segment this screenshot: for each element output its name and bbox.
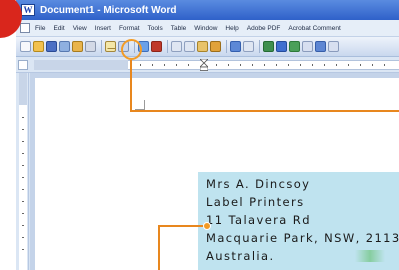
word-icon[interactable]: W [21,4,35,16]
menu-file[interactable]: File [35,25,45,32]
cut-icon[interactable] [171,41,182,52]
permission-icon[interactable] [59,41,70,52]
text-boundary-corner [135,100,145,110]
email-icon[interactable] [72,41,83,52]
vruler-tick [22,201,24,202]
ruler-tick [140,64,141,66]
envelopes-and-labels-icon[interactable] [105,41,116,52]
menu-acrobat-comment[interactable]: Acrobat Comment [288,25,340,32]
vruler-tick [22,153,24,154]
menu-adobe-pdf[interactable]: Adobe PDF [247,25,281,32]
print-icon[interactable] [85,41,96,52]
tab-selector-icon[interactable] [18,60,28,70]
ruler-tick [324,64,325,66]
vruler-tick [22,117,24,118]
ruler-tick [336,64,337,66]
menu-view[interactable]: View [73,25,87,32]
window-title: Document1 - Microsoft Word [40,4,177,16]
ruler-tick [372,64,373,66]
toolbar-separator [259,40,260,53]
vruler-tick [22,189,24,190]
ruler-tick [176,64,177,66]
vruler-tick [22,141,24,142]
research-icon[interactable] [151,41,162,52]
callout-dot [203,222,211,230]
vruler-tick [22,129,24,130]
insert-excel-icon[interactable] [302,41,313,52]
indent-marker-icon[interactable] [200,59,208,71]
toolbar-separator [226,40,227,53]
columns-icon[interactable] [315,41,326,52]
ruler-tick [240,64,241,66]
vruler-margin-top [19,73,27,105]
vruler-tick [22,177,24,178]
save-icon[interactable] [46,41,57,52]
decorative-smear [355,250,385,262]
ruler-margin-left [34,60,128,70]
address-line-street: 11 Talavera Rd [206,213,311,227]
menu-insert[interactable]: Insert [95,25,111,32]
menu-table[interactable]: Table [171,25,187,32]
ruler-tick [384,64,385,66]
vruler-tick [22,213,24,214]
vruler-tick [22,237,24,238]
copy-icon[interactable] [184,41,195,52]
address-line-company: Label Printers [206,195,305,209]
ruler-tick [264,64,265,66]
address-line-city: Macquarie Park, NSW, 2113 [206,231,399,245]
ruler-tick [252,64,253,66]
redo-icon[interactable] [243,41,254,52]
ruler-tick [276,64,277,66]
callout-line-address-vertical [158,225,160,270]
title-bar: W Document1 - Microsoft Word [16,0,399,20]
callout-line-address-horizontal [158,225,208,227]
menu-bar: File Edit View Insert Format Tools Table… [16,20,399,37]
menu-help[interactable]: Help [225,25,238,32]
menu-tools[interactable]: Tools [148,25,163,32]
standard-toolbar [16,37,399,57]
ruler-tick [188,64,189,66]
insert-table-icon[interactable] [289,41,300,52]
callout-line-horizontal [130,110,399,112]
vruler-tick [22,225,24,226]
vruler-tick [22,249,24,250]
horizontal-ruler[interactable] [16,57,399,73]
highlight-circle [121,39,142,60]
toolbar-separator [167,40,168,53]
toolbar-separator [101,40,102,53]
tables-and-borders-icon[interactable] [276,41,287,52]
ruler-tick [216,64,217,66]
open-folder-icon[interactable] [33,41,44,52]
undo-icon[interactable] [230,41,241,52]
ruler-tick [152,64,153,66]
callout-line-vertical [130,60,132,112]
ruler-tick [164,64,165,66]
new-document-icon[interactable] [20,41,31,52]
ruler-tick [348,64,349,66]
ruler-tick [312,64,313,66]
menu-edit[interactable]: Edit [53,25,64,32]
menu-format[interactable]: Format [119,25,140,32]
screenshot-stage: W Document1 - Microsoft Word File Edit V… [0,0,399,270]
format-painter-icon[interactable] [210,41,221,52]
address-line-name: Mrs A. Dincsoy [206,177,311,191]
insert-hyperlink-icon[interactable] [263,41,274,52]
ruler-tick [360,64,361,66]
menu-window[interactable]: Window [194,25,217,32]
document-icon[interactable] [20,23,30,33]
vruler-tick [22,165,24,166]
paste-icon[interactable] [197,41,208,52]
ruler-tick [228,64,229,66]
ruler-tick [288,64,289,66]
drawing-icon[interactable] [328,41,339,52]
vertical-ruler[interactable] [16,73,29,270]
ruler-tick [300,64,301,66]
